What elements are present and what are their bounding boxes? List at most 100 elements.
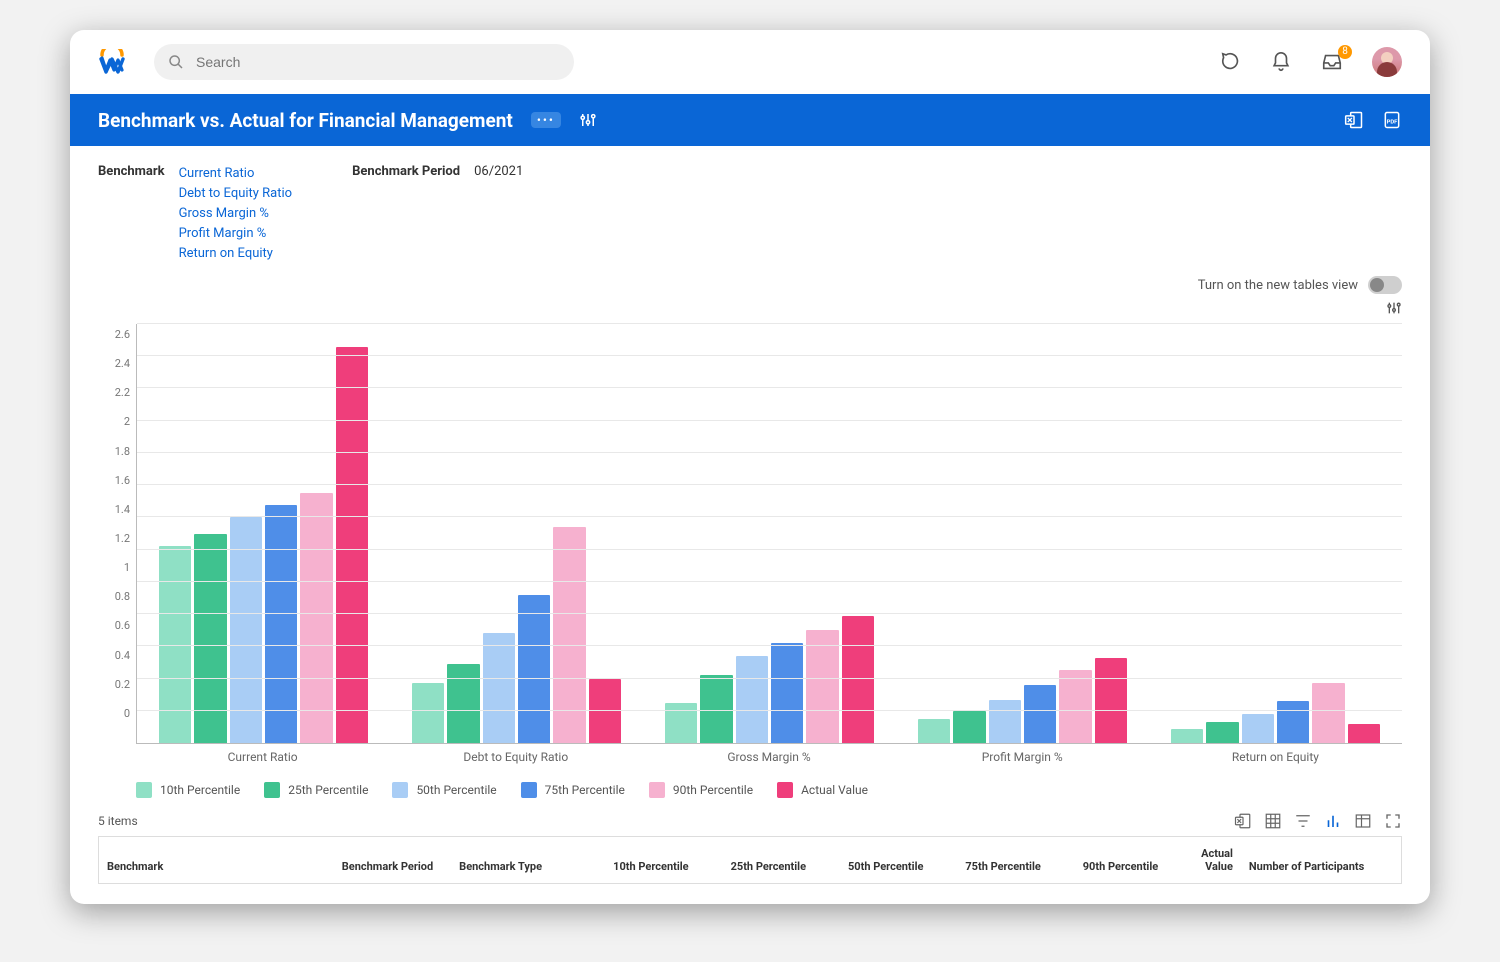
legend-swatch [521,782,537,798]
legend-swatch [392,782,408,798]
benchmark-link[interactable]: Gross Margin % [179,204,293,224]
chart-bar[interactable] [265,505,297,744]
benchmark-link[interactable]: Return on Equity [179,244,293,264]
legend-label: 75th Percentile [545,783,625,797]
chart-bar[interactable] [953,711,985,743]
page-header: Benchmark vs. Actual for Financial Manag… [70,94,1430,146]
workday-logo[interactable] [98,47,126,77]
table-column-header[interactable]: 75th Percentile [931,837,1048,884]
page-actions-menu[interactable]: ••• [531,112,561,128]
legend-label: 10th Percentile [160,783,240,797]
chart-container: 2.62.42.221.81.61.41.210.80.60.40.20 Cur… [70,316,1430,768]
table-item-count: 5 items [98,814,138,828]
chart-bar[interactable] [1312,683,1344,743]
chart-bar[interactable] [989,700,1021,744]
filter-icon[interactable] [579,111,597,129]
chart-bar[interactable] [771,643,803,743]
data-table: BenchmarkBenchmark PeriodBenchmark Type1… [98,836,1402,884]
page-title: Benchmark vs. Actual for Financial Manag… [98,109,513,132]
chart-bar[interactable] [842,616,874,743]
table-column-header[interactable]: 90th Percentile [1049,837,1166,884]
chart-bar[interactable] [1206,722,1238,743]
chart-bar[interactable] [518,595,550,743]
benchmark-links: Current RatioDebt to Equity RatioGross M… [179,164,293,264]
chart-bar[interactable] [736,656,768,743]
table-export-excel-icon[interactable] [1234,812,1252,830]
table-chart-icon[interactable] [1324,812,1342,830]
chart-bar[interactable] [1059,670,1091,743]
inbox-icon[interactable]: 8 [1320,51,1344,73]
legend-label: Actual Value [801,783,868,797]
app-window: 8 Benchmark vs. Actual for Financial Man… [70,30,1430,904]
table-column-header[interactable]: Benchmark Type [451,837,579,884]
chart-bar[interactable] [1095,658,1127,743]
chart-bar[interactable] [1171,729,1203,744]
legend-swatch [136,782,152,798]
table-column-header[interactable]: Benchmark [99,837,334,884]
chart-bar[interactable] [918,719,950,743]
chart-bar[interactable] [412,683,444,743]
table-toolbar: 5 items [70,808,1430,836]
period-label: Benchmark Period [352,164,460,264]
chart-x-label: Debt to Equity Ratio [389,744,642,764]
chart-x-axis: Current RatioDebt to Equity RatioGross M… [136,744,1402,764]
legend-label: 50th Percentile [416,783,496,797]
legend-item[interactable]: Actual Value [777,782,868,798]
table-column-header[interactable]: Actual Value [1166,837,1241,884]
chat-icon[interactable] [1220,51,1242,73]
chart-bar[interactable] [665,703,697,743]
benchmark-link[interactable]: Profit Margin % [179,224,293,244]
notifications-icon[interactable] [1270,51,1292,73]
legend-label: 25th Percentile [288,783,368,797]
chart-settings-icon[interactable] [1386,300,1402,316]
table-grid-icon[interactable] [1264,812,1282,830]
legend-swatch [777,782,793,798]
chart-bar[interactable] [806,630,838,743]
table-column-header[interactable]: 50th Percentile [814,837,931,884]
tables-toggle-label: Turn on the new tables view [1198,278,1358,293]
benchmark-link[interactable]: Current Ratio [179,164,293,184]
export-excel-icon[interactable] [1344,110,1364,130]
chart-bar[interactable] [1277,701,1309,743]
export-pdf-icon[interactable]: PDF [1382,110,1402,130]
table-columns-icon[interactable] [1354,812,1372,830]
chart-bar[interactable] [483,633,515,743]
table-column-header[interactable]: Number of Participants [1241,837,1401,884]
benchmark-label: Benchmark [98,164,165,264]
chart-bar[interactable] [1348,724,1380,743]
chart-bar[interactable] [194,534,226,744]
chart-bar[interactable] [1024,685,1056,743]
profile-avatar[interactable] [1372,47,1402,77]
legend-item[interactable]: 90th Percentile [649,782,753,798]
chart-plot-area [136,324,1402,744]
app-bar-actions: 8 [1220,47,1402,77]
legend-swatch [649,782,665,798]
chart-legend: 10th Percentile 25th Percentile 50th Perce… [70,768,1430,808]
report-parameters: Benchmark Current RatioDebt to Equity Ra… [70,146,1430,272]
period-value: 06/2021 [474,164,523,264]
legend-swatch [264,782,280,798]
chart-bar[interactable] [300,493,332,743]
chart-bar[interactable] [447,664,479,743]
table-column-header[interactable]: 10th Percentile [579,837,696,884]
inbox-badge: 8 [1338,45,1352,59]
table-column-header[interactable]: 25th Percentile [697,837,814,884]
benchmark-link[interactable]: Debt to Equity Ratio [179,184,293,204]
global-search[interactable] [154,44,574,80]
table-fullscreen-icon[interactable] [1384,812,1402,830]
chart-bar[interactable] [336,347,368,743]
chart-bar[interactable] [1242,714,1274,743]
legend-item[interactable]: 25th Percentile [264,782,368,798]
legend-item[interactable]: 75th Percentile [521,782,625,798]
legend-item[interactable]: 10th Percentile [136,782,240,798]
chart-x-label: Return on Equity [1149,744,1402,764]
table-filter-icon[interactable] [1294,812,1312,830]
legend-item[interactable]: 50th Percentile [392,782,496,798]
chart-x-label: Current Ratio [136,744,389,764]
chart-y-axis: 2.62.42.221.81.61.41.210.80.60.40.20 [98,324,136,744]
search-input[interactable] [194,53,560,71]
tables-view-toggle[interactable] [1368,276,1402,294]
table-column-header[interactable]: Benchmark Period [334,837,451,884]
chart-x-label: Gross Margin % [642,744,895,764]
search-icon [168,54,184,70]
